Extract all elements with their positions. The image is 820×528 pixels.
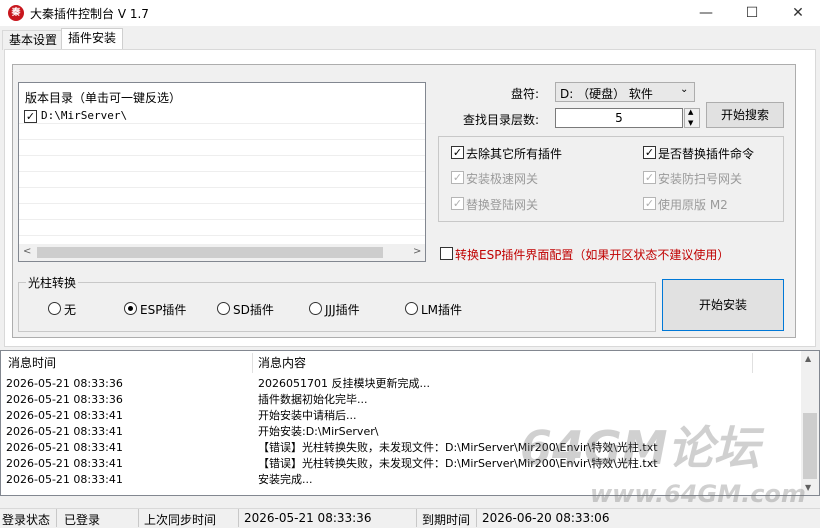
list-row-empty (19, 124, 425, 140)
spin-up-icon[interactable]: ▲ (688, 108, 693, 116)
radio-jjj-label[interactable]: JJJ插件 (325, 301, 360, 318)
anti-scan-gateway-label: 安装防扫号网关 (658, 172, 743, 186)
radio-none-label[interactable]: 无 (64, 301, 76, 318)
replace-cmd-checkbox[interactable]: ✓ (643, 146, 656, 159)
drive-select-value: D: （硬盘） 软件 (560, 87, 653, 101)
log-col-message[interactable]: 消息内容 (258, 352, 306, 374)
watermark-url: www.64GM.com (590, 480, 806, 508)
remove-other-checkbox[interactable]: ✓ (451, 146, 464, 159)
log-row-message: 2026051701 反挂模块更新完成... (258, 377, 430, 390)
column-divider (752, 353, 753, 373)
esp-convert-checkbox[interactable] (440, 247, 453, 260)
status-divider (476, 509, 477, 527)
status-divider (138, 509, 139, 527)
tab-basic-settings[interactable]: 基本设置 (2, 30, 65, 50)
column-divider (252, 353, 253, 373)
dir-item-label: D:\MirServer\ (41, 109, 128, 122)
log-row-message: 开始安装:D:\MirServer\ (258, 425, 379, 438)
expire-label: 到期时间 (422, 513, 471, 527)
anti-scan-gateway-checkbox: ✓ (643, 171, 656, 184)
radio-esp[interactable] (124, 302, 137, 315)
radio-lm[interactable] (405, 302, 418, 315)
log-row-time: 2026-05-21 08:33:41 (6, 409, 123, 422)
radio-jjj[interactable] (309, 302, 322, 315)
depth-input[interactable]: 5 (555, 108, 683, 128)
fast-gateway-label: 安装极速网关 (466, 172, 539, 186)
log-row-time: 2026-05-21 08:33:36 (6, 377, 123, 390)
list-row-empty (19, 204, 425, 220)
list-row-empty (19, 188, 425, 204)
maximize-button[interactable]: ☐ (729, 0, 775, 26)
log-row-message: 安装完成... (258, 473, 313, 486)
watermark-logo: 64GM论坛 (520, 421, 760, 475)
start-search-button[interactable]: 开始搜索 (706, 102, 784, 128)
list-row-empty (19, 156, 425, 172)
status-bar (0, 508, 820, 528)
drive-label: 盘符: (511, 87, 540, 101)
depth-label: 查找目录层数: (463, 113, 540, 127)
login-status-label: 登录状态 (2, 513, 51, 527)
dir-item-checkbox[interactable]: ✓ (24, 110, 37, 123)
expire-value: 2026-06-20 08:33:06 (482, 511, 610, 525)
original-m2-checkbox: ✓ (643, 197, 656, 210)
last-sync-label: 上次同步时间 (144, 513, 217, 527)
radio-sd-label[interactable]: SD插件 (233, 301, 274, 318)
login-gateway-label: 替换登陆网关 (466, 198, 539, 212)
fast-gateway-checkbox: ✓ (451, 171, 464, 184)
esp-convert-label[interactable]: 转换ESP插件界面配置（如果开区状态不建议使用） (455, 246, 729, 263)
spin-down-icon[interactable]: ▼ (688, 119, 693, 127)
list-row-empty (19, 172, 425, 188)
log-row-message: 插件数据初始化完毕... (258, 393, 368, 406)
status-divider (416, 509, 417, 527)
close-button[interactable]: ✕ (775, 0, 820, 26)
status-divider (56, 509, 57, 527)
original-m2-label: 使用原版 M2 (658, 198, 728, 212)
log-row-time: 2026-05-21 08:33:41 (6, 425, 123, 438)
list-row-empty (19, 140, 425, 156)
scrollbar-thumb[interactable] (37, 247, 383, 258)
radio-none[interactable] (48, 302, 61, 315)
list-row-empty (19, 220, 425, 236)
log-row-time: 2026-05-21 08:33:41 (6, 441, 123, 454)
login-status-value: 已登录 (64, 513, 101, 527)
replace-cmd-label[interactable]: 是否替换插件命令 (658, 145, 754, 162)
log-row-time: 2026-05-21 08:33:41 (6, 473, 123, 486)
scroll-down-icon[interactable]: ▼ (805, 483, 811, 492)
radio-lm-label[interactable]: LM插件 (421, 301, 462, 318)
version-dir-header[interactable]: 版本目录（单击可一键反选） (25, 89, 181, 106)
log-row-time: 2026-05-21 08:33:36 (6, 393, 123, 406)
minimize-button[interactable]: — (683, 0, 729, 26)
start-install-button[interactable]: 开始安装 (662, 279, 784, 331)
radio-esp-label[interactable]: ESP插件 (140, 301, 186, 318)
log-col-time[interactable]: 消息时间 (8, 352, 56, 374)
scroll-left-icon[interactable]: < (23, 246, 31, 257)
login-gateway-checkbox: ✓ (451, 197, 464, 210)
log-row-time: 2026-05-21 08:33:41 (6, 457, 123, 470)
scroll-up-icon[interactable]: ▲ (805, 354, 811, 363)
light-pillar-title: 光柱转换 (26, 274, 79, 291)
status-divider (238, 509, 239, 527)
scroll-right-icon[interactable]: > (413, 246, 421, 257)
last-sync-value: 2026-05-21 08:33:36 (244, 511, 372, 525)
chevron-down-icon: ⌄ (680, 84, 689, 95)
radio-sd[interactable] (217, 302, 230, 315)
app-logo-icon: 秦 (8, 5, 24, 21)
remove-other-label[interactable]: 去除其它所有插件 (466, 145, 562, 162)
log-row-message: 开始安装中请稍后... (258, 409, 357, 422)
tab-plugin-install[interactable]: 插件安装 (61, 28, 124, 50)
scrollbar-thumb[interactable] (803, 413, 817, 479)
window-title: 大秦插件控制台 V 1.7 (30, 7, 149, 21)
